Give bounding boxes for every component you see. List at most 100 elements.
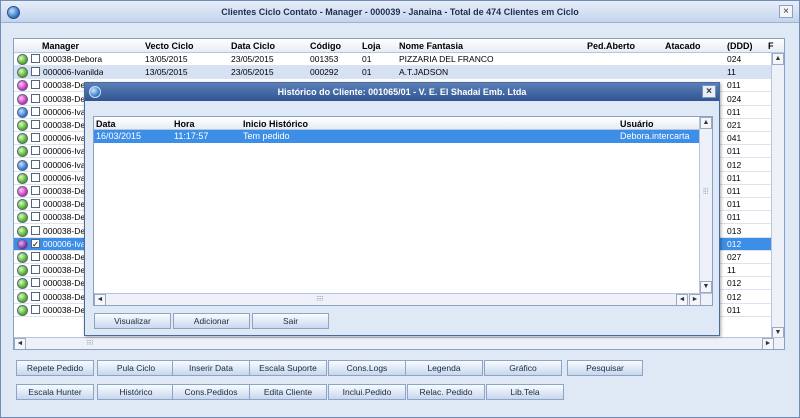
action-button[interactable]: Relac. Pedido [407, 384, 485, 400]
cell-loja: 01 [362, 67, 372, 78]
col-hora[interactable]: Hora [174, 119, 195, 129]
cell-ddd: 021 [727, 120, 742, 130]
col-manager[interactable]: Manager [42, 41, 79, 51]
history-hscroll-grip-icon[interactable]: ⠿⠿ [316, 296, 324, 303]
close-window-button[interactable]: × [779, 5, 793, 18]
col-ddd[interactable]: (DDD) [727, 41, 753, 51]
action-button[interactable]: Pesquisar [567, 360, 643, 376]
history-scroll-up-button[interactable]: ▲ [700, 117, 712, 129]
history-scroll-grip-icon[interactable]: ⠿⠿ [701, 187, 708, 194]
status-green-icon [17, 212, 28, 224]
history-time: 11:17:57 [174, 131, 209, 141]
row-checkbox[interactable] [31, 199, 40, 209]
row-checkbox[interactable] [31, 278, 40, 288]
col-vecto-ciclo[interactable]: Vecto Ciclo [145, 41, 194, 51]
sair-button[interactable]: Sair [252, 313, 329, 329]
history-scroll-right-button[interactable]: ► [689, 294, 701, 305]
action-button[interactable]: Inserir Data [172, 360, 250, 376]
row-checkbox[interactable] [31, 67, 40, 77]
status-green-icon [17, 278, 28, 290]
adicionar-button[interactable]: Adicionar [173, 313, 250, 329]
row-checkbox[interactable] [31, 265, 40, 275]
row-checkbox[interactable] [31, 291, 40, 301]
col-data-ciclo[interactable]: Data Ciclo [231, 41, 275, 51]
action-button[interactable]: Edita Cliente [249, 384, 327, 400]
scroll-right-button[interactable]: ► [762, 338, 774, 349]
history-scroll-left-button[interactable]: ◄ [94, 294, 106, 305]
cell-ddd: 041 [727, 133, 742, 144]
row-checkbox[interactable] [31, 304, 40, 314]
status-green-icon [17, 304, 28, 316]
history-scroll-left2-button[interactable]: ◄ [676, 294, 688, 305]
row-checkbox[interactable] [31, 172, 40, 182]
cell-ddd: 024 [727, 93, 742, 104]
cell-loja: 01 [362, 54, 372, 64]
col-nome-fantasia[interactable]: Nome Fantasia [399, 41, 463, 51]
grid-horizontal-scrollbar[interactable]: ◄ ⠿⠿ ► [14, 337, 784, 349]
action-button[interactable]: Cons.Logs [328, 360, 406, 376]
col-data[interactable]: Data [96, 119, 116, 129]
dialog-title-bar: Histórico do Cliente: 001065/01 - V. E. … [85, 83, 719, 101]
row-checkbox[interactable] [31, 120, 40, 129]
action-button[interactable]: Inclui.Pedido [328, 384, 406, 400]
row-checkbox[interactable] [31, 133, 40, 143]
row-checkbox[interactable] [31, 225, 40, 235]
action-button[interactable]: Histórico [97, 384, 175, 400]
dialog-close-button[interactable]: × [702, 85, 716, 98]
row-checkbox[interactable] [31, 252, 40, 261]
cell-ddd: 011 [727, 172, 741, 183]
cell-ddd: 11 [727, 67, 736, 78]
col-inicio-historico[interactable]: Inicio Histórico [243, 119, 308, 129]
dialog-title: Histórico do Cliente: 001065/01 - V. E. … [277, 87, 527, 97]
row-checkbox[interactable]: ✓ [31, 238, 40, 248]
cell-manager: 000038-Debora [43, 54, 103, 64]
history-text: Tem pedido [243, 131, 290, 141]
history-vertical-scrollbar[interactable]: ▲ ⠿⠿ ▼ [699, 117, 712, 293]
col-usuario[interactable]: Usuário [620, 119, 654, 129]
action-button[interactable]: Escala Hunter [16, 384, 94, 400]
cell-data: 23/05/2015 [231, 67, 274, 78]
col-f[interactable]: F [768, 41, 774, 51]
cell-vecto: 13/05/2015 [145, 67, 188, 78]
history-date: 16/03/2015 [96, 131, 142, 141]
action-button[interactable]: Gráfico [484, 360, 562, 376]
cell-codigo: 000292 [310, 67, 339, 78]
table-row[interactable]: 000038-Debora 13/05/2015 23/05/2015 001353 0… [14, 53, 772, 66]
cell-ddd: 011 [727, 80, 741, 91]
row-checkbox[interactable] [31, 146, 40, 156]
row-checkbox[interactable] [31, 54, 40, 63]
visualizar-button[interactable]: Visualizar [94, 313, 171, 329]
scroll-up-button[interactable]: ▲ [772, 53, 784, 65]
status-green-icon [17, 172, 28, 184]
col-atacado[interactable]: Atacado [665, 41, 701, 51]
action-button[interactable]: Escala Suporte [249, 360, 327, 376]
scroll-left-button[interactable]: ◄ [14, 338, 26, 349]
action-button[interactable]: Pula Ciclo [97, 360, 175, 376]
grid-vertical-scrollbar[interactable]: ▲ ▼ [771, 53, 784, 339]
history-row[interactable]: 16/03/2015 11:17:57 Tem pedido Debora.in… [94, 130, 700, 143]
status-green-icon [17, 120, 28, 131]
row-checkbox[interactable] [31, 186, 40, 195]
row-checkbox[interactable] [31, 159, 40, 169]
col-loja[interactable]: Loja [362, 41, 381, 51]
row-checkbox[interactable] [31, 212, 40, 222]
action-button[interactable]: Lib.Tela [486, 384, 564, 400]
action-button[interactable]: Repete Pedido [16, 360, 94, 376]
scroll-grip-icon[interactable]: ⠿⠿ [86, 340, 94, 347]
cell-ddd: 011 [727, 304, 741, 315]
history-grid[interactable]: Data Hora Inicio Histórico Usuário 16/03… [93, 116, 713, 306]
row-checkbox[interactable] [31, 93, 40, 103]
col-ped-aberto[interactable]: Ped.Aberto [587, 41, 635, 51]
history-scroll-down-button[interactable]: ▼ [700, 281, 712, 293]
table-row[interactable]: 000006-Ivanilda 13/05/2015 23/05/2015 00029… [14, 66, 772, 80]
status-green-icon [17, 146, 28, 158]
col-codigo[interactable]: Código [310, 41, 341, 51]
history-horizontal-scrollbar[interactable]: ◄ ⠿⠿ ◄ ► [94, 293, 712, 305]
cell-ddd: 024 [727, 54, 742, 64]
row-checkbox[interactable] [31, 80, 40, 90]
status-green-icon [17, 225, 28, 237]
status-blue-icon [17, 159, 28, 171]
action-button[interactable]: Legenda [405, 360, 483, 376]
action-button[interactable]: Cons.Pedidos [172, 384, 250, 400]
row-checkbox[interactable] [31, 106, 40, 116]
